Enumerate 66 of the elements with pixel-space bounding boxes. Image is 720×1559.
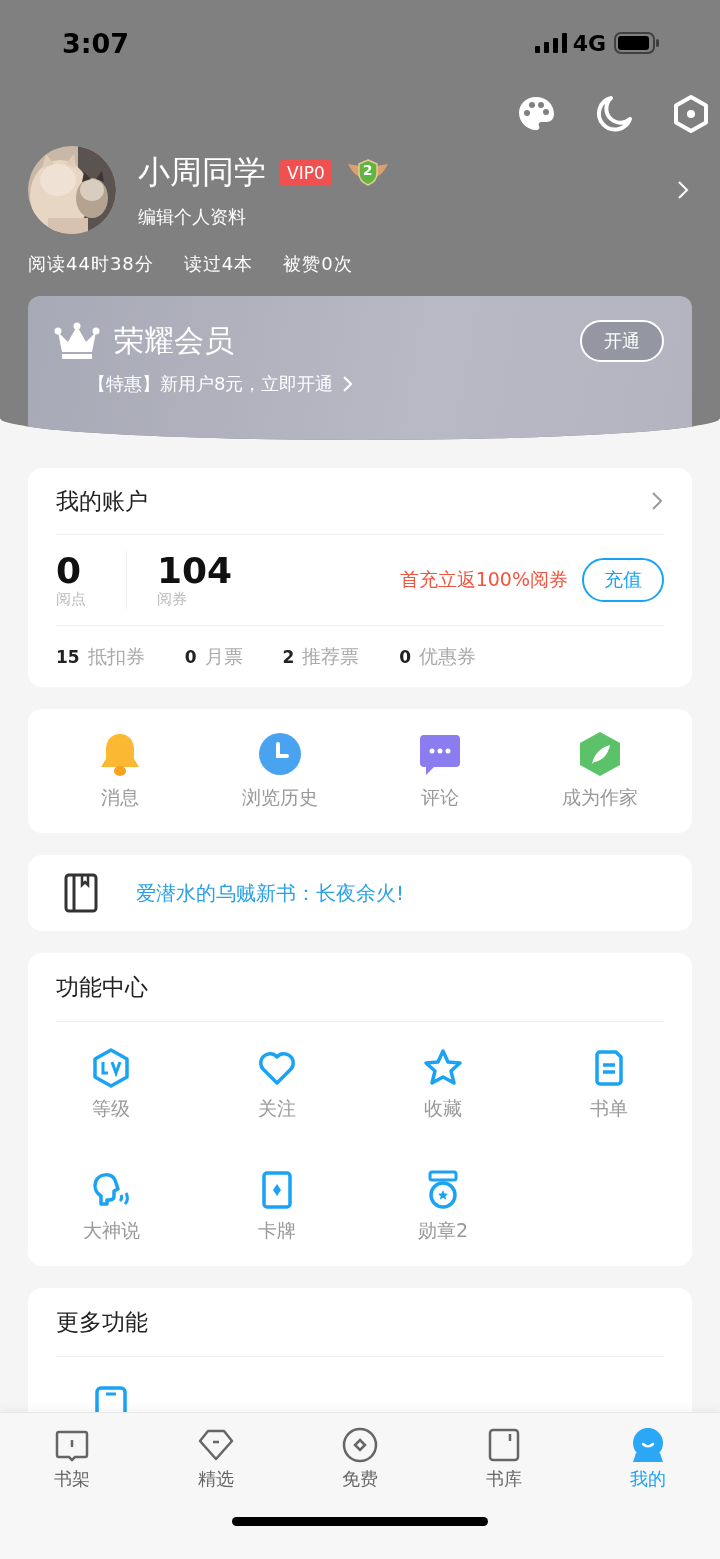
feature-item[interactable]: 收藏 bbox=[360, 1048, 526, 1122]
clock-icon bbox=[258, 731, 302, 777]
ticket-count: 15 bbox=[56, 647, 80, 667]
chevron-right-icon[interactable] bbox=[650, 490, 664, 512]
membership-offer-link[interactable]: 【特惠】新用户8元，立即开通 bbox=[88, 372, 334, 396]
recharge-button[interactable]: 充值 bbox=[582, 558, 664, 602]
ticket-label: 抵扣券 bbox=[87, 644, 145, 669]
shortcut-item[interactable]: 消息 bbox=[40, 731, 200, 811]
settings-icon[interactable] bbox=[672, 94, 710, 134]
tab-item[interactable]: 书库 bbox=[454, 1427, 554, 1491]
status-time: 3:07 bbox=[62, 27, 130, 59]
recharge-promo: 首充立返100%阅券 bbox=[399, 567, 568, 592]
coin-icon bbox=[342, 1427, 378, 1463]
gem-icon bbox=[198, 1427, 234, 1463]
tab-item[interactable]: 我的 bbox=[598, 1427, 698, 1491]
bell-icon bbox=[98, 731, 142, 777]
tab-item[interactable]: 免费 bbox=[310, 1427, 410, 1491]
level-badge: 2 bbox=[345, 158, 390, 188]
network-label: 4G bbox=[572, 30, 606, 56]
feature-item[interactable]: 勋章2 bbox=[360, 1170, 526, 1244]
shortcut-item[interactable]: 浏览历史 bbox=[200, 731, 360, 811]
chevron-right-icon[interactable] bbox=[676, 179, 690, 201]
tab-item[interactable]: 书架 bbox=[22, 1427, 122, 1491]
section-title: 功能中心 bbox=[56, 972, 148, 1002]
notice-banner[interactable]: 爱潜水的乌贼新书：长夜余火! bbox=[28, 855, 692, 931]
star-icon bbox=[423, 1048, 463, 1088]
shortcut-item[interactable]: 成为作家 bbox=[520, 731, 680, 811]
crown-icon bbox=[54, 322, 100, 360]
ticket-count: 0 bbox=[399, 647, 412, 667]
moon-icon[interactable] bbox=[594, 94, 634, 134]
feature-item[interactable]: 书单 bbox=[526, 1048, 692, 1122]
section-title: 更多功能 bbox=[56, 1307, 148, 1337]
feature-item[interactable]: 大神说 bbox=[28, 1170, 194, 1244]
reading-stat: 阅读44时38分 bbox=[28, 252, 154, 276]
ticket-count: 0 bbox=[184, 647, 197, 667]
notice-text: 爱潜水的乌贼新书：长夜余火! bbox=[136, 879, 405, 907]
balance-label: 阅券 bbox=[157, 590, 188, 610]
balance-label: 阅点 bbox=[56, 590, 86, 610]
account-title: 我的账户 bbox=[56, 486, 148, 516]
feature-item[interactable]: 等级 bbox=[28, 1048, 194, 1122]
leaf-icon bbox=[578, 731, 622, 777]
ticket-count: 2 bbox=[282, 647, 295, 667]
shortcut-item[interactable]: 评论 bbox=[360, 731, 520, 811]
user-name: 小周同学 bbox=[138, 152, 266, 193]
vip-badge: VIP0 bbox=[280, 160, 332, 186]
feature-item[interactable]: 卡牌 bbox=[194, 1170, 360, 1244]
ticket-label: 优惠券 bbox=[419, 644, 477, 669]
reading-stat: 读过4本 bbox=[183, 252, 254, 276]
signal-icon bbox=[534, 33, 569, 53]
book-icon bbox=[64, 873, 98, 913]
chevron-right-icon bbox=[341, 374, 354, 394]
battery-icon bbox=[614, 32, 660, 54]
membership-card[interactable]: 荣耀会员 开通 【特惠】新用户8元，立即开通 bbox=[28, 296, 692, 440]
level-icon bbox=[91, 1048, 131, 1088]
edit-profile-link[interactable]: 编辑个人资料 bbox=[138, 205, 676, 229]
membership-title: 荣耀会员 bbox=[114, 321, 235, 360]
book-icon bbox=[486, 1427, 522, 1463]
ticket-label: 月票 bbox=[204, 644, 243, 669]
balance-value: 0 bbox=[56, 550, 83, 591]
tab-item[interactable]: 精选 bbox=[166, 1427, 266, 1491]
reading-stat: 被赞0次 bbox=[283, 252, 353, 276]
feature-item[interactable]: 关注 bbox=[194, 1048, 360, 1122]
activate-button[interactable]: 开通 bbox=[580, 320, 664, 362]
ticket-label: 推荐票 bbox=[302, 644, 360, 669]
balance-value: 104 bbox=[157, 550, 233, 591]
mascot-icon bbox=[630, 1427, 666, 1463]
